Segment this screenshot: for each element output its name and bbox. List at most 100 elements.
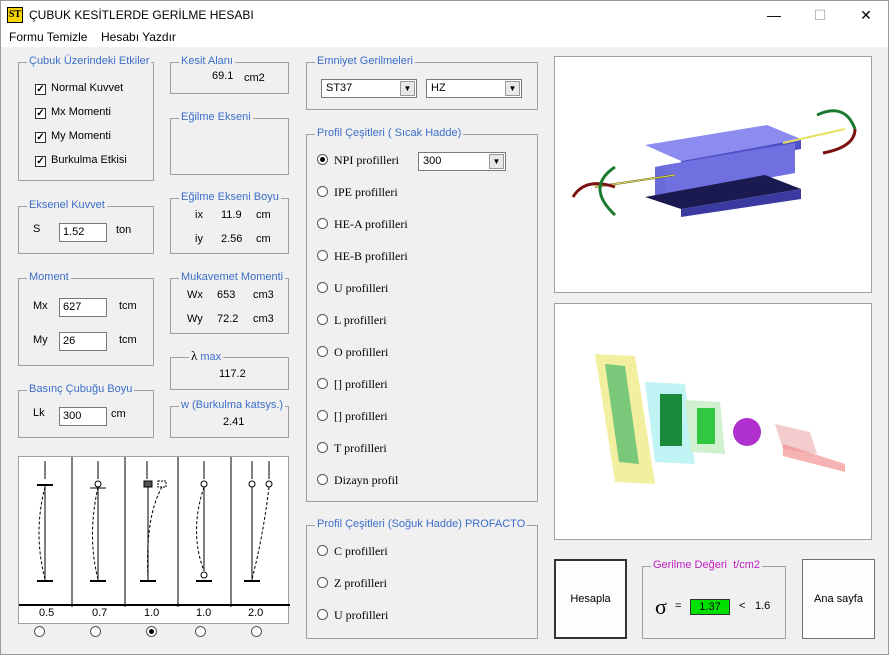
profile-z-radio[interactable]: Z profilleri bbox=[317, 576, 387, 591]
steel-grade-value: ST37 bbox=[326, 82, 353, 94]
radio-label: IPE profilleri bbox=[334, 185, 398, 199]
resisting-moment-group: Mukavemet Momenti Wx 653 cm3 Wy 72.2 cm3 bbox=[170, 271, 289, 334]
my-unit: tcm bbox=[119, 334, 137, 346]
ix-value: 11.9 bbox=[221, 209, 242, 221]
menu-print[interactable]: Hesabı Yazdır bbox=[101, 30, 176, 44]
case-radio-5[interactable] bbox=[251, 625, 268, 640]
section-area-value: 69.1 bbox=[212, 70, 234, 82]
my-moment-checkbox[interactable]: ✓ My Momenti bbox=[35, 130, 111, 143]
radio-label: O profilleri bbox=[334, 345, 389, 359]
radio-label: Z profilleri bbox=[334, 576, 387, 590]
buckling-length-group: Basınç Çubuğu Boyu Lk 300 cm bbox=[18, 383, 154, 438]
app-icon: ST bbox=[7, 7, 23, 23]
radio-dot bbox=[317, 609, 328, 620]
profile-box2-radio[interactable]: [] profilleri bbox=[317, 409, 388, 424]
case-radio-3[interactable] bbox=[146, 625, 163, 640]
case-radio-2[interactable] bbox=[90, 625, 107, 640]
radio-label: U profilleri bbox=[334, 608, 389, 622]
window-title: ÇUBUK KESİTLERDE GERİLME HESABI bbox=[29, 8, 254, 22]
radio-label: T profilleri bbox=[334, 441, 387, 455]
moment-label: Moment bbox=[27, 271, 71, 283]
profile-u-radio[interactable]: U profilleri bbox=[317, 281, 388, 296]
steel-grade-select[interactable]: ST37 ▼ bbox=[321, 79, 417, 98]
radio-dot bbox=[317, 314, 328, 325]
resisting-moment-label: Mukavemet Momenti bbox=[179, 271, 286, 283]
menu-clear-form[interactable]: Formu Temizle bbox=[9, 30, 87, 44]
profile-npi-radio[interactable]: NPI profilleri bbox=[317, 153, 399, 168]
buckling-cases-panel: 0.5 0.7 1.0 1.0 2.0 bbox=[18, 456, 290, 624]
radio-dot bbox=[317, 154, 328, 165]
radio-dot bbox=[90, 626, 101, 637]
radio-dot bbox=[317, 186, 328, 197]
profile-ipe-radio[interactable]: IPE profilleri bbox=[317, 185, 398, 200]
omega-label: w (Burkulma katsys.) bbox=[179, 399, 286, 411]
gyration-group: Eğilme Ekseni Boyu ix 11.9 cm iy 2.56 cm bbox=[170, 191, 289, 254]
check-icon: ✓ bbox=[35, 156, 46, 167]
case-radio-1[interactable] bbox=[34, 625, 51, 640]
stress-label-text: Gerilme Değeri bbox=[653, 559, 727, 571]
normal-force-checkbox[interactable]: ✓ Normal Kuvvet bbox=[35, 82, 123, 95]
s-label: S bbox=[33, 223, 41, 235]
effects-group: Çubuk Üzerindeki Etkiler ✓ Normal Kuvvet … bbox=[18, 55, 154, 181]
profile-l-radio[interactable]: L profilleri bbox=[317, 313, 387, 328]
lambda-symbol: λ bbox=[191, 348, 198, 363]
maximize-button[interactable]: ☐ bbox=[797, 1, 843, 29]
axial-force-group: Eksenel Kuvvet S 1.52 ton bbox=[18, 199, 154, 254]
profile-c-radio[interactable]: C profilleri bbox=[317, 544, 388, 559]
wy-label: Wy bbox=[187, 313, 203, 325]
profile-t-radio[interactable]: T profilleri bbox=[317, 441, 387, 456]
radio-label: HE-A profilleri bbox=[334, 217, 408, 231]
my-input[interactable]: 26 bbox=[59, 332, 107, 351]
hot-rolled-label: Profil Çeşitleri ( Sıcak Hadde) bbox=[315, 127, 464, 139]
mx-input[interactable]: 627 bbox=[59, 298, 107, 317]
home-button[interactable]: Ana sayfa bbox=[802, 559, 875, 639]
radio-dot bbox=[317, 378, 328, 389]
factor-1: 0.5 bbox=[39, 607, 55, 619]
radio-label: [] profilleri bbox=[334, 377, 388, 391]
minimize-button[interactable]: — bbox=[751, 1, 797, 29]
radio-dot bbox=[317, 282, 328, 293]
profile-hea-radio[interactable]: HE-A profilleri bbox=[317, 217, 408, 232]
close-button[interactable]: ✕ bbox=[843, 1, 889, 29]
radio-label: L profilleri bbox=[334, 313, 387, 327]
load-case-select[interactable]: HZ ▼ bbox=[426, 79, 522, 98]
ix-unit: cm bbox=[256, 209, 271, 221]
lk-input[interactable]: 300 bbox=[59, 407, 107, 426]
buckling-checkbox[interactable]: ✓ Burkulma Etkisi bbox=[35, 154, 127, 167]
profile-heb-radio[interactable]: HE-B profilleri bbox=[317, 249, 408, 264]
omega-value: 2.41 bbox=[223, 416, 245, 428]
radio-dot bbox=[317, 577, 328, 588]
chevron-down-icon: ▼ bbox=[400, 81, 415, 96]
i-beam-icon bbox=[571, 109, 857, 217]
profile-design-radio[interactable]: Dizayn profil bbox=[317, 473, 398, 488]
mx-moment-checkbox[interactable]: ✓ Mx Momenti bbox=[35, 106, 111, 119]
radio-dot bbox=[34, 626, 45, 637]
radio-label: Dizayn profil bbox=[334, 473, 399, 487]
mx-unit: tcm bbox=[119, 300, 137, 312]
checkbox-label: Burkulma Etkisi bbox=[51, 154, 127, 166]
factor-2: 0.7 bbox=[92, 607, 108, 619]
axial-force-input[interactable]: 1.52 bbox=[59, 223, 107, 242]
wx-value: 653 bbox=[217, 289, 236, 301]
chevron-down-icon: ▼ bbox=[505, 81, 520, 96]
profile-cold-u-radio[interactable]: U profilleri bbox=[317, 608, 388, 623]
profile-size-value: 300 bbox=[423, 155, 442, 167]
case-radio-4[interactable] bbox=[195, 625, 212, 640]
iy-unit: cm bbox=[256, 233, 271, 245]
buckling-length-label: Basınç Çubuğu Boyu bbox=[27, 383, 135, 395]
factor-3: 1.0 bbox=[144, 607, 160, 619]
profile-o-radio[interactable]: O profilleri bbox=[317, 345, 388, 360]
calculate-button[interactable]: Hesapla bbox=[554, 559, 627, 639]
effects-group-label: Çubuk Üzerindeki Etkiler bbox=[27, 55, 152, 67]
wx-label: Wx bbox=[187, 289, 203, 301]
title-bar: ST ÇUBUK KESİTLERDE GERİLME HESABI — ☐ ✕ bbox=[1, 1, 888, 29]
my-label: My bbox=[33, 334, 48, 346]
check-icon: ✓ bbox=[35, 108, 46, 119]
lambda-group: λ max 117.2 bbox=[170, 348, 289, 390]
axial-force-label: Eksenel Kuvvet bbox=[27, 199, 107, 211]
profile-size-select[interactable]: 300 ▼ bbox=[418, 152, 506, 171]
moment-group: Moment Mx 627 tcm My 26 tcm bbox=[18, 271, 154, 366]
less-than-sign: < bbox=[739, 600, 746, 612]
radio-dot bbox=[317, 410, 328, 421]
profile-box1-radio[interactable]: [] profilleri bbox=[317, 377, 388, 392]
